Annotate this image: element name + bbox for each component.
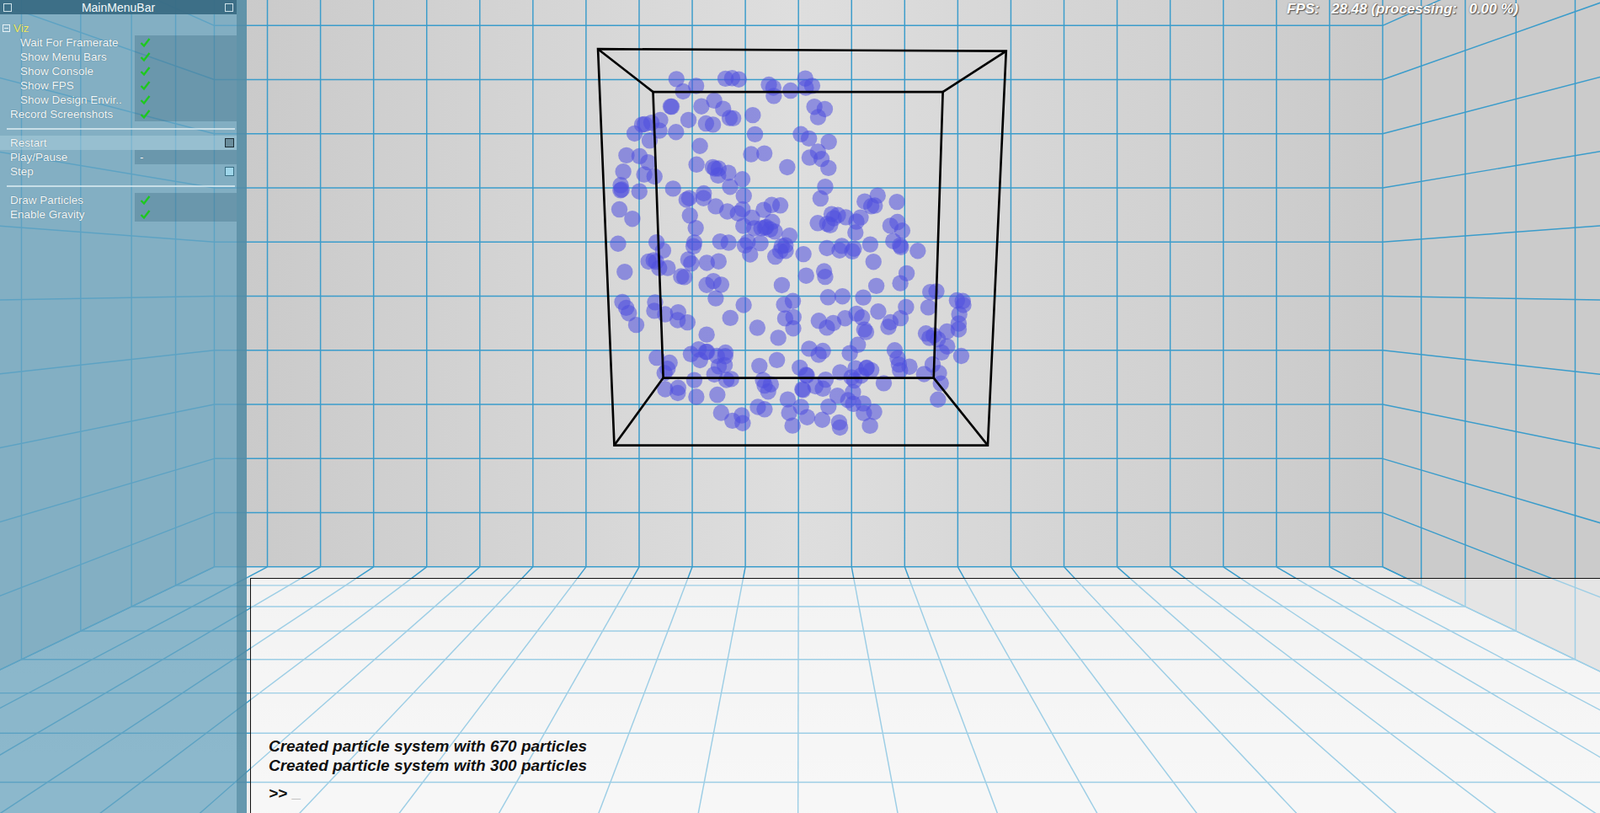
row-label: Wait For Framerate xyxy=(0,36,135,49)
checkbox-row[interactable]: Show Menu Bars xyxy=(0,49,237,64)
row-label: Draw Particles xyxy=(0,193,135,207)
pin-icon[interactable] xyxy=(3,3,12,12)
field-value: - xyxy=(139,150,144,164)
checkbox-row[interactable]: Wait For Framerate xyxy=(0,35,237,50)
button-row[interactable]: Step xyxy=(0,164,237,179)
button-square[interactable] xyxy=(224,138,235,148)
checkbox[interactable] xyxy=(134,207,237,222)
row-label: Show Menu Bars xyxy=(0,50,135,64)
console-line: Created particle system with 670 particl… xyxy=(268,736,1583,756)
row-label: Show Console xyxy=(0,64,135,78)
checkbox-row[interactable]: Record Screenshots xyxy=(0,106,237,122)
check-icon[interactable] xyxy=(139,80,151,91)
row-label: Play/Pause xyxy=(0,150,135,164)
checkbox[interactable] xyxy=(134,92,237,107)
section-label: Viz xyxy=(13,21,30,35)
row-label: Show FPS xyxy=(0,79,135,92)
fps-counter: FPS: 28.48 (processing: 0.00 %) xyxy=(1286,0,1519,18)
panel-titlebar[interactable]: MainMenuBar xyxy=(0,0,237,15)
checkbox[interactable] xyxy=(134,35,237,50)
checkbox[interactable] xyxy=(134,192,237,208)
separator xyxy=(0,121,237,136)
main-menu-panel[interactable]: MainMenuBarVizWait For FramerateShow Men… xyxy=(0,0,247,813)
bounding-box xyxy=(597,48,1007,445)
collapse-icon[interactable] xyxy=(224,3,234,12)
check-icon[interactable] xyxy=(139,51,151,63)
checkbox[interactable] xyxy=(134,78,237,93)
console[interactable]: Created particle system with 670 particl… xyxy=(250,577,1600,813)
viz-section-header[interactable]: Viz xyxy=(0,21,237,36)
prompt-symbol: >> xyxy=(268,783,288,803)
text-cursor: _ xyxy=(292,783,302,803)
checkbox-row[interactable]: Show Design Envir.. xyxy=(0,92,237,107)
row-label: Restart xyxy=(0,136,135,150)
check-icon[interactable] xyxy=(139,94,151,106)
checkbox-row[interactable]: Enable Gravity xyxy=(0,207,237,222)
checkbox[interactable] xyxy=(134,106,237,122)
console-input[interactable]: >>_ xyxy=(268,783,1583,803)
value-field[interactable]: - xyxy=(134,149,237,165)
row-label: Record Screenshots xyxy=(0,107,135,121)
separator xyxy=(0,178,237,193)
panel-title: MainMenuBar xyxy=(81,0,155,15)
row-label: Show Design Envir.. xyxy=(0,93,135,107)
menu-rows: VizWait For FramerateShow Menu BarsShow … xyxy=(0,14,237,222)
console-line: Created particle system with 300 particl… xyxy=(268,755,1583,775)
row-label: Step xyxy=(0,165,135,178)
check-icon[interactable] xyxy=(139,194,151,206)
checkbox-row[interactable]: Draw Particles xyxy=(0,192,237,208)
collapse-icon[interactable] xyxy=(2,24,11,32)
checkbox[interactable] xyxy=(134,64,237,79)
button-row[interactable]: Restart xyxy=(0,135,237,150)
checkbox-row[interactable]: Show FPS xyxy=(0,78,237,93)
checkbox-row[interactable]: Show Console xyxy=(0,64,237,79)
check-icon[interactable] xyxy=(139,37,151,48)
button-square[interactable] xyxy=(224,166,235,176)
check-icon[interactable] xyxy=(139,208,151,220)
checkbox[interactable] xyxy=(134,49,237,64)
row-label: Enable Gravity xyxy=(0,208,135,221)
field-row[interactable]: Play/Pause- xyxy=(0,149,237,165)
check-icon[interactable] xyxy=(139,108,151,120)
particle-cloud xyxy=(609,69,971,436)
check-icon[interactable] xyxy=(139,65,151,77)
